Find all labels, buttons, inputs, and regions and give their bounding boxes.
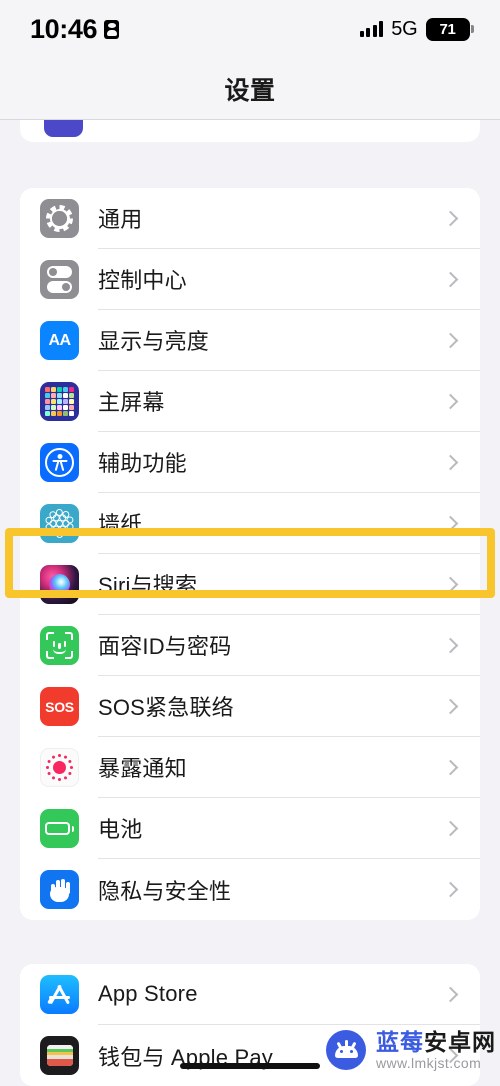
chevron-right-icon bbox=[442, 393, 459, 409]
chevron-right-icon bbox=[442, 986, 459, 1002]
settings-group-main: 通用 控制中心 AA 显示与亮度 主屏幕 辅助功能 墙纸 Siri与搜索 面容I… bbox=[20, 188, 480, 920]
chevron-right-icon bbox=[442, 759, 459, 775]
row-label: 通用 bbox=[98, 207, 143, 232]
settings-row-battery[interactable]: 电池 bbox=[20, 798, 480, 859]
row-label: 显示与亮度 bbox=[98, 329, 210, 354]
row-label: App Store bbox=[98, 981, 198, 1006]
chevron-right-icon bbox=[442, 637, 459, 653]
watermark-url: www.lmkjst.com bbox=[376, 1054, 482, 1071]
exposure-notification-icon bbox=[40, 748, 79, 787]
navigation-header: 设置 bbox=[0, 58, 500, 120]
settings-row-emergency-sos[interactable]: SOS SOS紧急联络 bbox=[20, 676, 480, 737]
row-label: 主屏幕 bbox=[98, 390, 165, 415]
settings-row-exposure-notifications[interactable]: 暴露通知 bbox=[20, 737, 480, 798]
app-store-icon bbox=[40, 975, 79, 1014]
settings-row-general[interactable]: 通用 bbox=[20, 188, 480, 249]
status-time: 10:46 bbox=[30, 13, 98, 44]
siri-orb-icon bbox=[40, 565, 79, 604]
settings-row-siri-search[interactable]: Siri与搜索 bbox=[20, 554, 480, 615]
row-label: 暴露通知 bbox=[98, 756, 187, 781]
chevron-right-icon bbox=[442, 454, 459, 470]
chevron-right-icon bbox=[442, 881, 459, 898]
row-label: 墙纸 bbox=[98, 512, 143, 537]
android-mascot-icon bbox=[322, 1026, 370, 1074]
chevron-right-icon bbox=[442, 820, 459, 836]
toggles-icon bbox=[40, 260, 79, 299]
status-bar: 10:46 5G 71 bbox=[0, 0, 500, 58]
accessibility-icon bbox=[40, 443, 79, 482]
gear-icon bbox=[40, 199, 79, 238]
chevron-right-icon bbox=[442, 271, 459, 287]
site-watermark: 蓝莓安卓网 www.lmkjst.com bbox=[322, 1026, 496, 1074]
settings-row-control-center[interactable]: 控制中心 bbox=[20, 249, 480, 310]
home-indicator bbox=[180, 1063, 320, 1069]
chevron-right-icon bbox=[442, 210, 459, 226]
row-label: 电池 bbox=[98, 817, 143, 842]
wallpaper-flower-icon bbox=[40, 504, 79, 543]
row-label: SOS紧急联络 bbox=[98, 695, 234, 720]
chevron-right-icon bbox=[442, 698, 459, 714]
battery-icon bbox=[40, 809, 79, 848]
row-label: 隐私与安全性 bbox=[98, 878, 232, 904]
sos-icon: SOS bbox=[40, 687, 79, 726]
battery-percent-label: 71 bbox=[439, 20, 456, 38]
page-title: 设置 bbox=[224, 76, 276, 105]
settings-row-face-id-passcode[interactable]: 面容ID与密码 bbox=[20, 615, 480, 676]
settings-row-display-brightness[interactable]: AA 显示与亮度 bbox=[20, 310, 480, 371]
app-grid-icon bbox=[40, 382, 79, 421]
settings-row-privacy-security[interactable]: 隐私与安全性 bbox=[20, 859, 480, 920]
row-label: 控制中心 bbox=[98, 268, 187, 293]
settings-row-wallpaper[interactable]: 墙纸 bbox=[20, 493, 480, 554]
wallet-icon bbox=[40, 1036, 79, 1075]
watermark-text: 蓝莓安卓网 www.lmkjst.com bbox=[376, 1030, 496, 1071]
chevron-right-icon bbox=[442, 332, 459, 348]
settings-scroll-content[interactable]: 通用 控制中心 AA 显示与亮度 主屏幕 辅助功能 墙纸 Siri与搜索 面容I… bbox=[0, 120, 500, 1086]
settings-row-home-screen[interactable]: 主屏幕 bbox=[20, 371, 480, 432]
battery-indicator: 71 bbox=[425, 17, 474, 41]
row-label: 面容ID与密码 bbox=[98, 634, 232, 659]
status-bar-left: 10:46 bbox=[30, 13, 120, 45]
clipped-group-above[interactable] bbox=[20, 120, 480, 142]
face-id-icon bbox=[40, 626, 79, 665]
row-label: Siri与搜索 bbox=[98, 573, 198, 598]
row-label: 辅助功能 bbox=[98, 451, 187, 476]
hand-privacy-icon bbox=[40, 870, 79, 909]
watermark-site-name: 蓝莓安卓网 bbox=[376, 1028, 496, 1055]
battery-tip bbox=[471, 25, 474, 33]
cellular-signal-icon bbox=[359, 21, 384, 37]
chevron-right-icon bbox=[442, 576, 459, 592]
network-type-label: 5G bbox=[391, 17, 418, 40]
battery-icon: 71 bbox=[425, 17, 470, 41]
clipped-row-icon bbox=[44, 120, 83, 137]
status-bar-right: 5G 71 bbox=[359, 17, 474, 41]
text-size-aa-icon: AA bbox=[40, 321, 79, 360]
chevron-right-icon bbox=[442, 515, 459, 531]
settings-row-accessibility[interactable]: 辅助功能 bbox=[20, 432, 480, 493]
settings-row-app-store[interactable]: App Store bbox=[20, 964, 480, 1025]
id-card-icon bbox=[104, 19, 120, 39]
